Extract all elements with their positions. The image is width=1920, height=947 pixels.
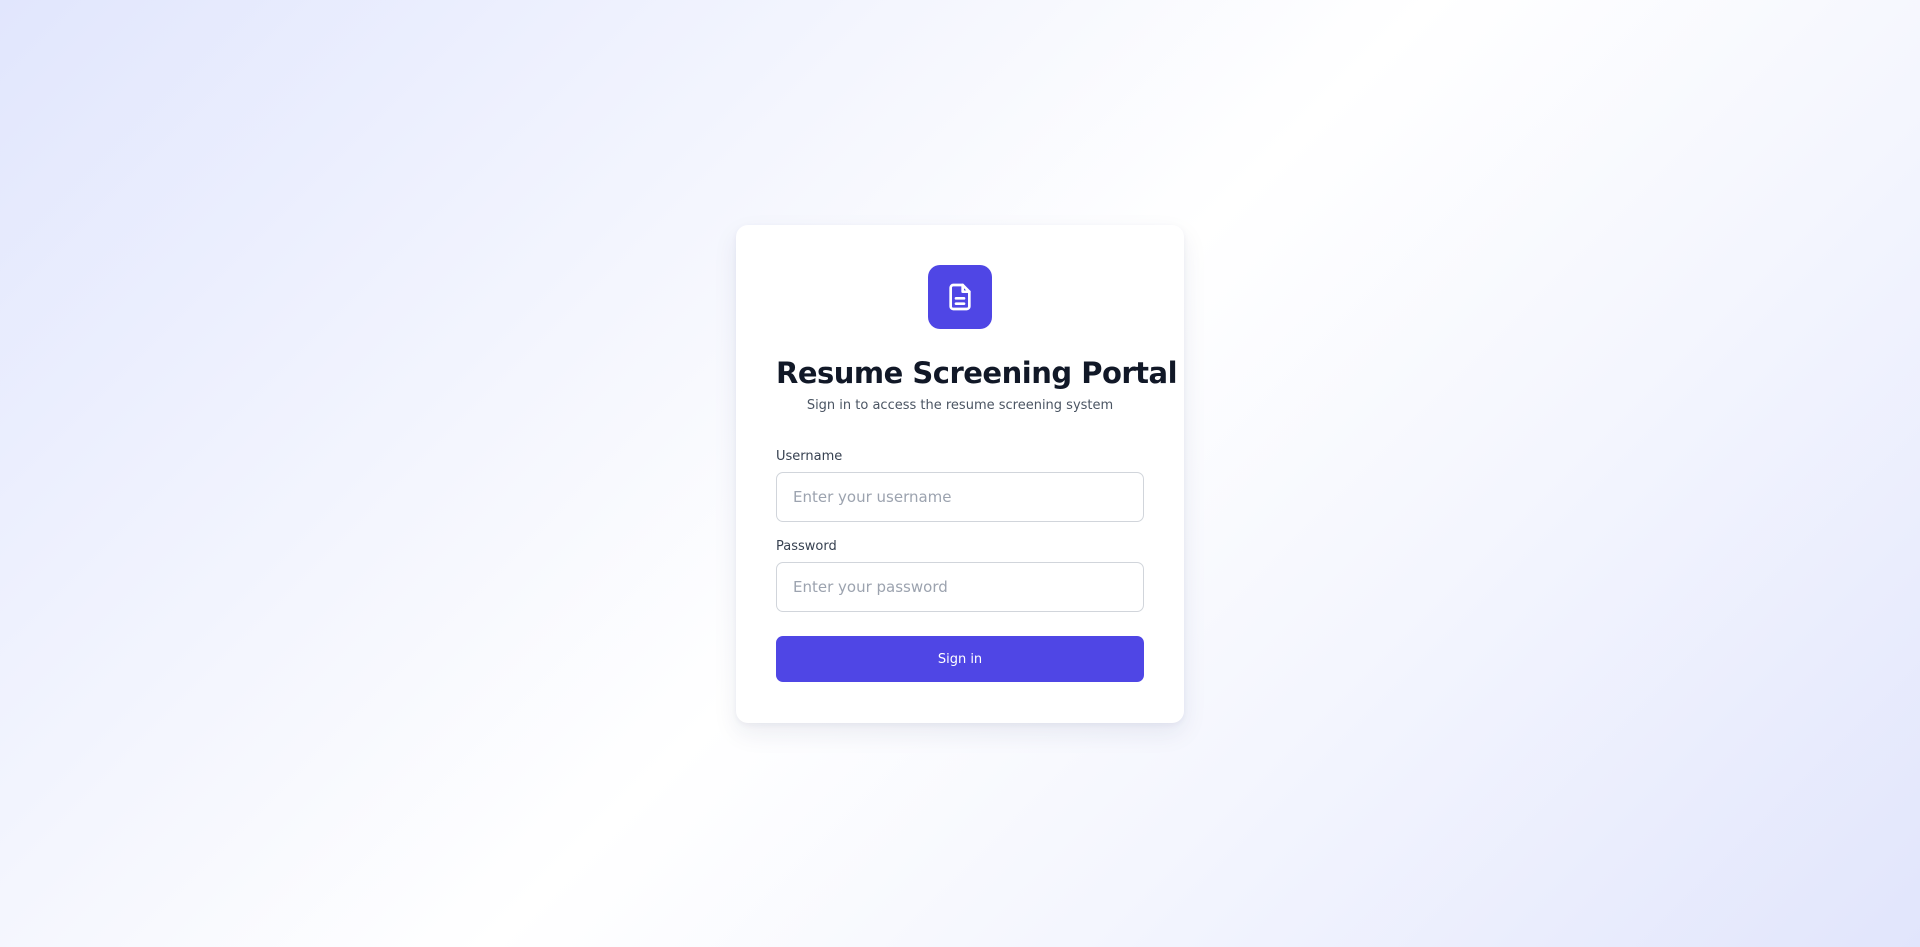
document-icon [944,281,976,313]
username-input[interactable] [776,472,1144,522]
login-card: Resume Screening Portal Sign in to acces… [736,225,1184,723]
app-logo [928,265,992,329]
login-form: Username Password Sign in [776,448,1144,682]
password-input[interactable] [776,562,1144,612]
page-subtitle: Sign in to access the resume screening s… [806,398,1114,413]
username-label: Username [776,449,843,464]
sign-in-button[interactable]: Sign in [776,636,1144,682]
page-title: Resume Screening Portal [776,356,1178,390]
password-label: Password [776,539,837,554]
